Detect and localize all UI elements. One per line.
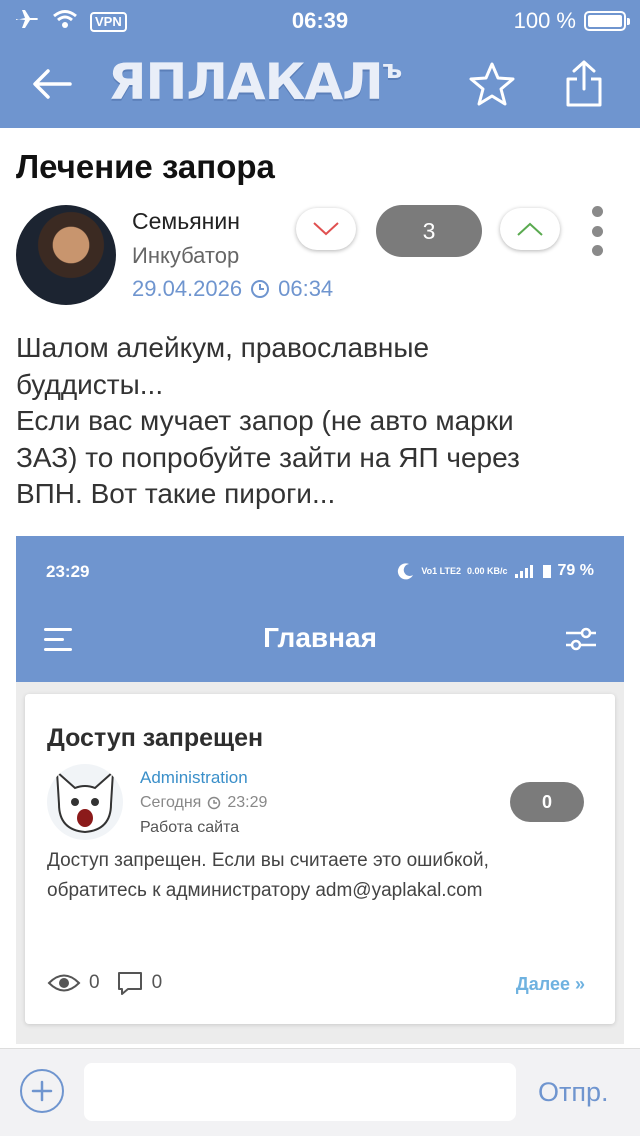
battery-icon <box>542 565 551 578</box>
share-button[interactable] <box>554 54 614 114</box>
vote-down-button[interactable] <box>296 208 356 250</box>
more-options-button[interactable] <box>586 206 608 256</box>
chevron-up-icon <box>517 222 543 236</box>
site-logo[interactable]: ЯПЛАКАЛъ <box>108 52 438 112</box>
battery-icon <box>584 11 630 31</box>
post-body-line: Если вас мучает запор (не авто марки <box>16 405 514 436</box>
card-time-value: 23:29 <box>227 794 268 811</box>
author-avatar[interactable] <box>16 205 116 305</box>
card-score: 0 <box>510 782 584 822</box>
favorite-button[interactable] <box>462 54 522 114</box>
embedded-status-icons: Vo1 LTE2 0.00 KB/c 79 % <box>397 562 594 580</box>
add-attachment-button[interactable] <box>20 1069 64 1113</box>
card-author: Administration <box>140 768 248 787</box>
filter-icon[interactable] <box>564 626 598 652</box>
dot-icon <box>591 206 603 217</box>
post-title: Лечение запора <box>16 148 275 185</box>
card-forum: Работа сайта <box>140 819 240 836</box>
post-date: 29.04.2026 06:34 <box>132 276 333 302</box>
embedded-battery-percent: 79 % <box>557 562 594 579</box>
embedded-header <box>16 536 624 682</box>
post-body-line: буддисты... <box>16 368 164 400</box>
dot-icon <box>591 225 603 237</box>
status-right: 100 % <box>513 8 630 34</box>
card-avatar <box>47 764 123 840</box>
card-title: Доступ запрещен <box>47 724 264 752</box>
speed-label: 0.00 KB/c <box>467 565 508 576</box>
back-button[interactable] <box>22 54 82 114</box>
post-body: Шалом алейкум, православные буддисты... … <box>16 330 626 513</box>
comment-icon <box>117 972 142 995</box>
logo-text: ЯПЛАКАЛ <box>108 53 384 111</box>
card-date-value: Сегодня <box>140 794 202 811</box>
comments-count: 0 <box>151 972 163 993</box>
post-score: 3 <box>376 205 482 257</box>
clock-icon <box>251 280 270 298</box>
read-more-link: Далее » <box>515 974 585 994</box>
signal-icon <box>514 565 533 578</box>
plus-icon <box>31 1080 53 1102</box>
navbar: ЯПЛАКАЛъ <box>0 40 640 128</box>
post-body-line: ЗАЗ) то попробуйте зайти на ЯП через <box>16 441 520 473</box>
eye-icon <box>47 974 81 992</box>
post-date-value: 29.04.2026 <box>132 276 243 301</box>
chevron-down-icon <box>313 222 339 236</box>
author-rank: Инкубатор <box>132 243 240 268</box>
status-bar: VPN 06:39 100 % <box>0 0 640 40</box>
header-background: VPN 06:39 100 % ЯПЛАКАЛъ <box>0 0 640 128</box>
network-label: Vo1 LTE2 <box>421 565 461 576</box>
send-button[interactable]: Отпр. <box>538 1077 609 1108</box>
share-icon <box>566 60 602 107</box>
cat-avatar-icon <box>55 769 115 834</box>
post-time-value: 06:34 <box>278 276 334 301</box>
card-text: Доступ запрещен. Если вы считаете это ош… <box>47 850 489 901</box>
dot-icon <box>591 245 603 256</box>
clock-icon <box>208 796 221 810</box>
logo-suffix: ъ <box>382 55 403 85</box>
views-count: 0 <box>89 972 100 993</box>
embedded-status-time: 23:29 <box>46 562 90 581</box>
author-name[interactable]: Семьянин <box>132 208 240 235</box>
embedded-heading: Главная <box>263 622 377 653</box>
back-arrow-icon <box>33 69 72 99</box>
embedded-screenshot[interactable]: 23:29 Vo1 LTE2 0.00 KB/c 79 % Главная До… <box>16 536 624 1044</box>
card-date: Сегодня 23:29 <box>140 794 267 812</box>
battery-percent: 100 % <box>513 8 576 33</box>
comment-input[interactable] <box>84 1063 516 1121</box>
star-icon <box>469 62 515 106</box>
vote-up-button[interactable] <box>500 208 560 250</box>
post-body-line: Шалом алейкум, православные <box>16 332 430 363</box>
moon-icon <box>398 563 414 580</box>
embedded-post-card: Доступ запрещен Administration Сегодня 2… <box>25 694 615 1024</box>
card-stats: 0 0 <box>47 970 162 996</box>
post-body-line: ВПН. Вот такие пироги... <box>16 478 336 509</box>
comment-composer: Отпр. <box>0 1048 640 1136</box>
